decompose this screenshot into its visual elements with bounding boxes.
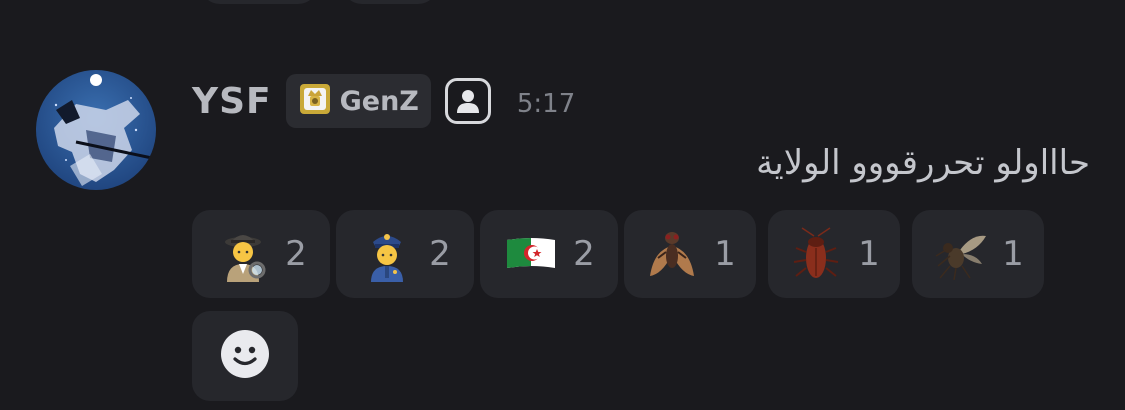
reaction-algeria-flag[interactable]: 2 [480,210,618,298]
reaction-cockroach[interactable]: 1 [768,210,900,298]
reaction-count: 1 [858,234,880,274]
reaction-pill-partial[interactable] [200,0,318,4]
reaction-count: 1 [714,234,736,274]
police-officer-emoji [359,226,415,282]
timestamp[interactable]: 5:17 [517,89,575,119]
message-text: حاااولو تحررقووو الولاية [756,143,1090,183]
message-view: YSF GenZ 5:17 حاااولو تحررقووو الولاية 2… [0,0,1125,410]
detective-emoji [215,226,271,282]
cockroach-emoji [788,226,844,282]
fly-emoji [644,226,700,282]
person-icon[interactable] [444,78,491,124]
reaction-police-officer[interactable]: 2 [336,210,474,298]
reaction-mosquito[interactable]: 1 [912,210,1044,298]
add-reaction-button[interactable] [192,311,298,401]
mosquito-emoji [932,226,988,282]
reaction-pill-partial[interactable] [342,0,438,4]
smiley-icon [220,329,270,383]
message-header: YSF GenZ 5:17 [192,72,575,130]
reactions-bar: 2 2 2 1 1 1 [192,210,1056,298]
guild-tag[interactable]: GenZ [285,74,431,128]
username[interactable]: YSF [192,81,272,122]
tag-label: GenZ [339,85,419,117]
algeria-flag-emoji [503,226,559,282]
reaction-count: 2 [429,234,451,274]
reaction-count: 1 [1002,234,1024,274]
reaction-fly[interactable]: 1 [624,210,756,298]
avatar[interactable] [36,70,156,190]
reaction-count: 2 [285,234,307,274]
tag-badge-icon [298,82,332,120]
reaction-count: 2 [573,234,595,274]
reaction-detective[interactable]: 2 [192,210,330,298]
